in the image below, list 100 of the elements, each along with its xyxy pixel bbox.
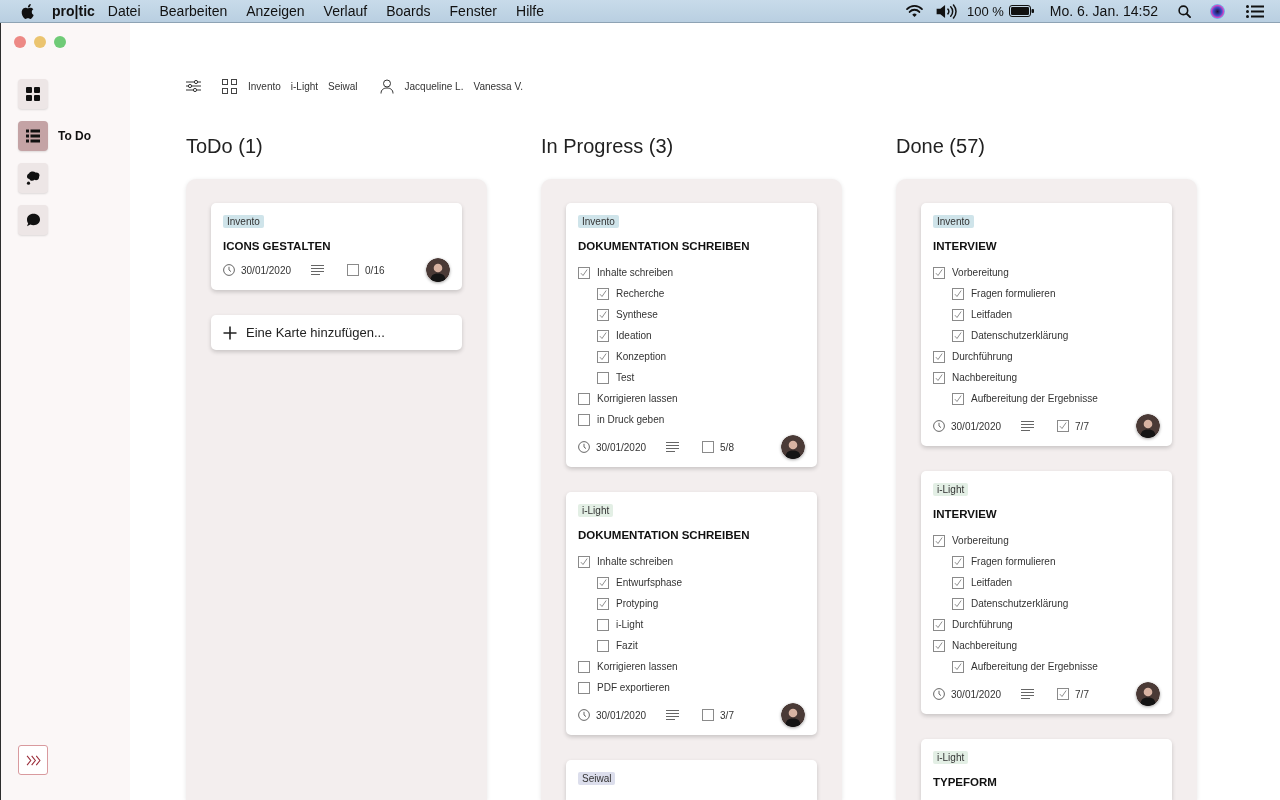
sliders-icon[interactable] bbox=[186, 80, 201, 92]
close-button[interactable] bbox=[14, 36, 26, 48]
expand-button[interactable] bbox=[18, 745, 48, 775]
checklist-item: Datenschutzerklärung bbox=[971, 330, 1069, 341]
checkbox[interactable] bbox=[578, 392, 590, 405]
checkbox[interactable] bbox=[933, 639, 945, 652]
checkbox[interactable] bbox=[933, 266, 945, 279]
checkbox[interactable] bbox=[952, 597, 964, 610]
checkbox[interactable] bbox=[597, 597, 609, 610]
project-tag: Invento bbox=[578, 215, 619, 228]
checklist-item: Recherche bbox=[616, 288, 665, 299]
clock-icon bbox=[578, 441, 590, 453]
checklist-item: Synthese bbox=[616, 309, 658, 320]
project-tag: Invento bbox=[223, 215, 264, 228]
grid-icon[interactable] bbox=[222, 78, 237, 94]
clock-icon bbox=[933, 420, 945, 432]
checkbox[interactable] bbox=[933, 371, 945, 384]
clock-icon bbox=[223, 264, 235, 276]
checklist-item: Entwurfsphase bbox=[616, 577, 683, 588]
menu-item[interactable]: Datei bbox=[107, 3, 141, 19]
wifi-icon[interactable] bbox=[904, 4, 924, 18]
checklist-count: 0/16 bbox=[365, 264, 385, 276]
task-card[interactable]: i-Light DOKUMENTATION SCHREIBEN Inhalte schreiben Entwurfsphase Protyping i-Light Fazit Korrigieren lassen PDF exportieren 30/01/2020 3/7 bbox=[566, 492, 817, 735]
project-tag: i-Light bbox=[933, 483, 969, 496]
menu-item[interactable]: Boards bbox=[386, 3, 431, 19]
project-tag: Invento bbox=[933, 215, 974, 228]
checklist-item: Test bbox=[616, 372, 635, 383]
add-card-button[interactable]: Eine Karte hinzufügen... bbox=[211, 315, 462, 350]
column-title: In Progress (3) bbox=[541, 134, 675, 158]
project-filter[interactable]: Invento bbox=[248, 80, 281, 92]
checkbox[interactable] bbox=[597, 308, 609, 321]
task-card[interactable]: Seiwal bbox=[566, 760, 817, 800]
checkbox[interactable] bbox=[597, 639, 609, 652]
checkbox[interactable] bbox=[933, 618, 945, 631]
orb-icon[interactable] bbox=[1210, 3, 1225, 19]
task-card[interactable]: i-Light TYPEFORM bbox=[921, 739, 1172, 800]
menu-item[interactable]: Anzeigen bbox=[246, 3, 305, 19]
checkbox[interactable] bbox=[952, 308, 964, 321]
sidebar-button[interactable] bbox=[18, 121, 48, 151]
checkbox[interactable] bbox=[578, 681, 590, 694]
project-filter[interactable]: Seiwal bbox=[328, 80, 358, 92]
person-filter[interactable]: Vanessa V. bbox=[473, 80, 523, 92]
checklist-item: i-Light bbox=[616, 619, 644, 630]
menu-item[interactable]: Verlauf bbox=[323, 3, 368, 19]
sidebar-button[interactable] bbox=[18, 205, 48, 235]
checkbox[interactable] bbox=[597, 287, 609, 300]
checklist-item: Durchführung bbox=[952, 351, 1013, 362]
menu-clock[interactable]: Mo. 6. Jan. 14:52 bbox=[1049, 3, 1158, 19]
menu-item[interactable]: Bearbeiten bbox=[159, 3, 228, 19]
checkbox[interactable] bbox=[952, 329, 964, 342]
battery-icon[interactable] bbox=[1008, 5, 1034, 17]
checkbox[interactable] bbox=[578, 660, 590, 673]
person-filter[interactable]: Jacqueline L. bbox=[404, 80, 464, 92]
task-card[interactable]: Invento DOKUMENTATION SCHREIBEN Inhalte schreiben Recherche Synthese Ideation Konzeption Test Korrigieren lassen in Druck geben 30/01/2020 5/8 bbox=[566, 203, 817, 467]
task-card[interactable]: Invento INTERVIEW Vorbereitung Fragen formulieren Leitfaden Datenschutzerklärung Durchführung Nachbereitung Aufbereitung der Ergebnisse 30/01/2020 7/7 bbox=[921, 203, 1172, 446]
speaker-icon[interactable] bbox=[934, 3, 957, 19]
checkbox[interactable] bbox=[952, 555, 964, 568]
menu-item[interactable]: Hilfe bbox=[516, 3, 545, 19]
app-menu[interactable]: pro|tic bbox=[52, 3, 95, 19]
checkbox[interactable] bbox=[578, 266, 590, 279]
search-icon[interactable] bbox=[1178, 4, 1191, 18]
checkbox[interactable] bbox=[578, 555, 590, 568]
avatar-icon bbox=[781, 435, 805, 459]
avatar-icon bbox=[426, 258, 450, 282]
checklist-count: 7/7 bbox=[1075, 688, 1089, 700]
list-icon[interactable] bbox=[1246, 4, 1264, 18]
project-tag: Seiwal bbox=[578, 772, 616, 785]
task-card[interactable]: i-Light INTERVIEW Vorbereitung Fragen formulieren Leitfaden Datenschutzerklärung Durchführung Nachbereitung Aufbereitung der Ergebnisse 30/01/2020 7/7 bbox=[921, 471, 1172, 714]
sidebar-button[interactable] bbox=[18, 79, 48, 109]
project-filter[interactable]: i-Light bbox=[290, 80, 319, 92]
checkbox[interactable] bbox=[933, 350, 945, 363]
person-icon[interactable] bbox=[379, 78, 394, 94]
speech-bubble-icon bbox=[26, 213, 40, 227]
task-card[interactable]: Invento ICONS GESTALTEN 30/01/2020 0/16 bbox=[211, 203, 462, 290]
checkbox[interactable] bbox=[952, 576, 964, 589]
checklist-item: Korrigieren lassen bbox=[597, 393, 678, 404]
checklist-item: Protyping bbox=[616, 598, 659, 609]
checkbox[interactable] bbox=[933, 534, 945, 547]
checkbox[interactable] bbox=[597, 618, 609, 631]
checkbox[interactable] bbox=[597, 329, 609, 342]
battery-percentage: 100 % bbox=[966, 3, 1004, 19]
checklist-item: Leitfaden bbox=[971, 577, 1013, 588]
checkbox[interactable] bbox=[952, 660, 964, 673]
checkbox[interactable] bbox=[578, 413, 590, 426]
checklist-item: Aufbereitung der Ergebnisse bbox=[971, 393, 1098, 404]
lines-icon bbox=[666, 710, 680, 720]
checklist-item: Fragen formulieren bbox=[971, 288, 1056, 299]
checkbox[interactable] bbox=[597, 350, 609, 363]
card-title: DOKUMENTATION SCHREIBEN bbox=[578, 239, 751, 253]
checkbox[interactable] bbox=[952, 287, 964, 300]
checkbox[interactable] bbox=[597, 371, 609, 384]
sidebar-button[interactable] bbox=[18, 163, 48, 193]
apple-icon[interactable] bbox=[21, 3, 34, 19]
avatar-icon bbox=[1136, 682, 1160, 706]
maximize-button[interactable] bbox=[54, 36, 66, 48]
menu-item[interactable]: Fenster bbox=[449, 3, 498, 19]
clock-icon bbox=[578, 709, 590, 721]
due-date: 30/01/2020 bbox=[951, 420, 1002, 432]
checkbox[interactable] bbox=[597, 576, 609, 589]
checkbox[interactable] bbox=[952, 392, 964, 405]
